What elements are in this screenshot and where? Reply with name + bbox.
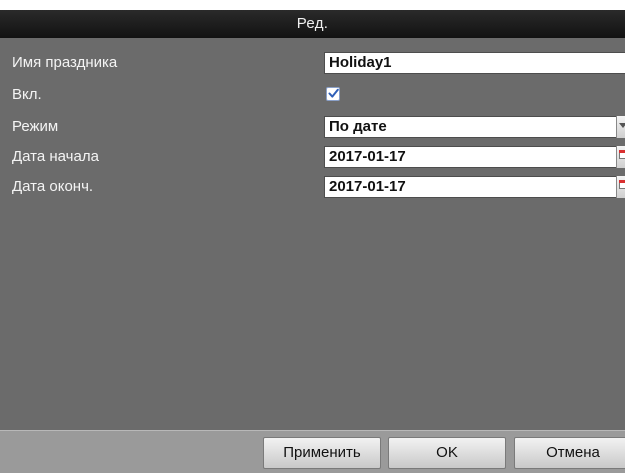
end-date-calendar-button[interactable]	[616, 176, 625, 198]
apply-button[interactable]: Применить	[263, 437, 381, 469]
end-date-row: Дата оконч. 2017-01-17	[0, 174, 625, 200]
mode-label: Режим	[12, 118, 59, 135]
enabled-checkbox[interactable]	[326, 87, 340, 101]
mode-select[interactable]: По дате	[324, 116, 625, 138]
end-date-input[interactable]: 2017-01-17	[324, 176, 625, 198]
end-date-label: Дата оконч.	[12, 178, 94, 195]
enabled-label: Вкл.	[12, 86, 42, 103]
checkmark-icon	[328, 88, 339, 98]
cancel-button[interactable]: Отмена	[514, 437, 625, 469]
dialog-footer: Применить OK Отмена	[0, 430, 625, 473]
ok-button[interactable]: OK	[388, 437, 506, 469]
edit-holiday-dialog: Ред. Имя праздника Holiday1 Вкл. Режим П…	[0, 10, 625, 473]
holiday-name-row: Имя праздника Holiday1	[0, 50, 625, 76]
mode-row: Режим По дате	[0, 114, 625, 140]
chevron-down-icon	[619, 123, 625, 128]
holiday-name-label: Имя праздника	[12, 54, 118, 71]
start-date-calendar-button[interactable]	[616, 146, 625, 168]
start-date-input[interactable]: 2017-01-17	[324, 146, 625, 168]
enabled-row: Вкл.	[0, 82, 625, 108]
calendar-icon	[619, 150, 625, 159]
holiday-name-input[interactable]: Holiday1	[324, 52, 625, 74]
start-date-row: Дата начала 2017-01-17	[0, 144, 625, 170]
start-date-label: Дата начала	[12, 148, 99, 165]
mode-dropdown-button[interactable]	[616, 116, 625, 138]
calendar-icon	[619, 180, 625, 189]
dialog-title: Ред.	[0, 10, 625, 38]
